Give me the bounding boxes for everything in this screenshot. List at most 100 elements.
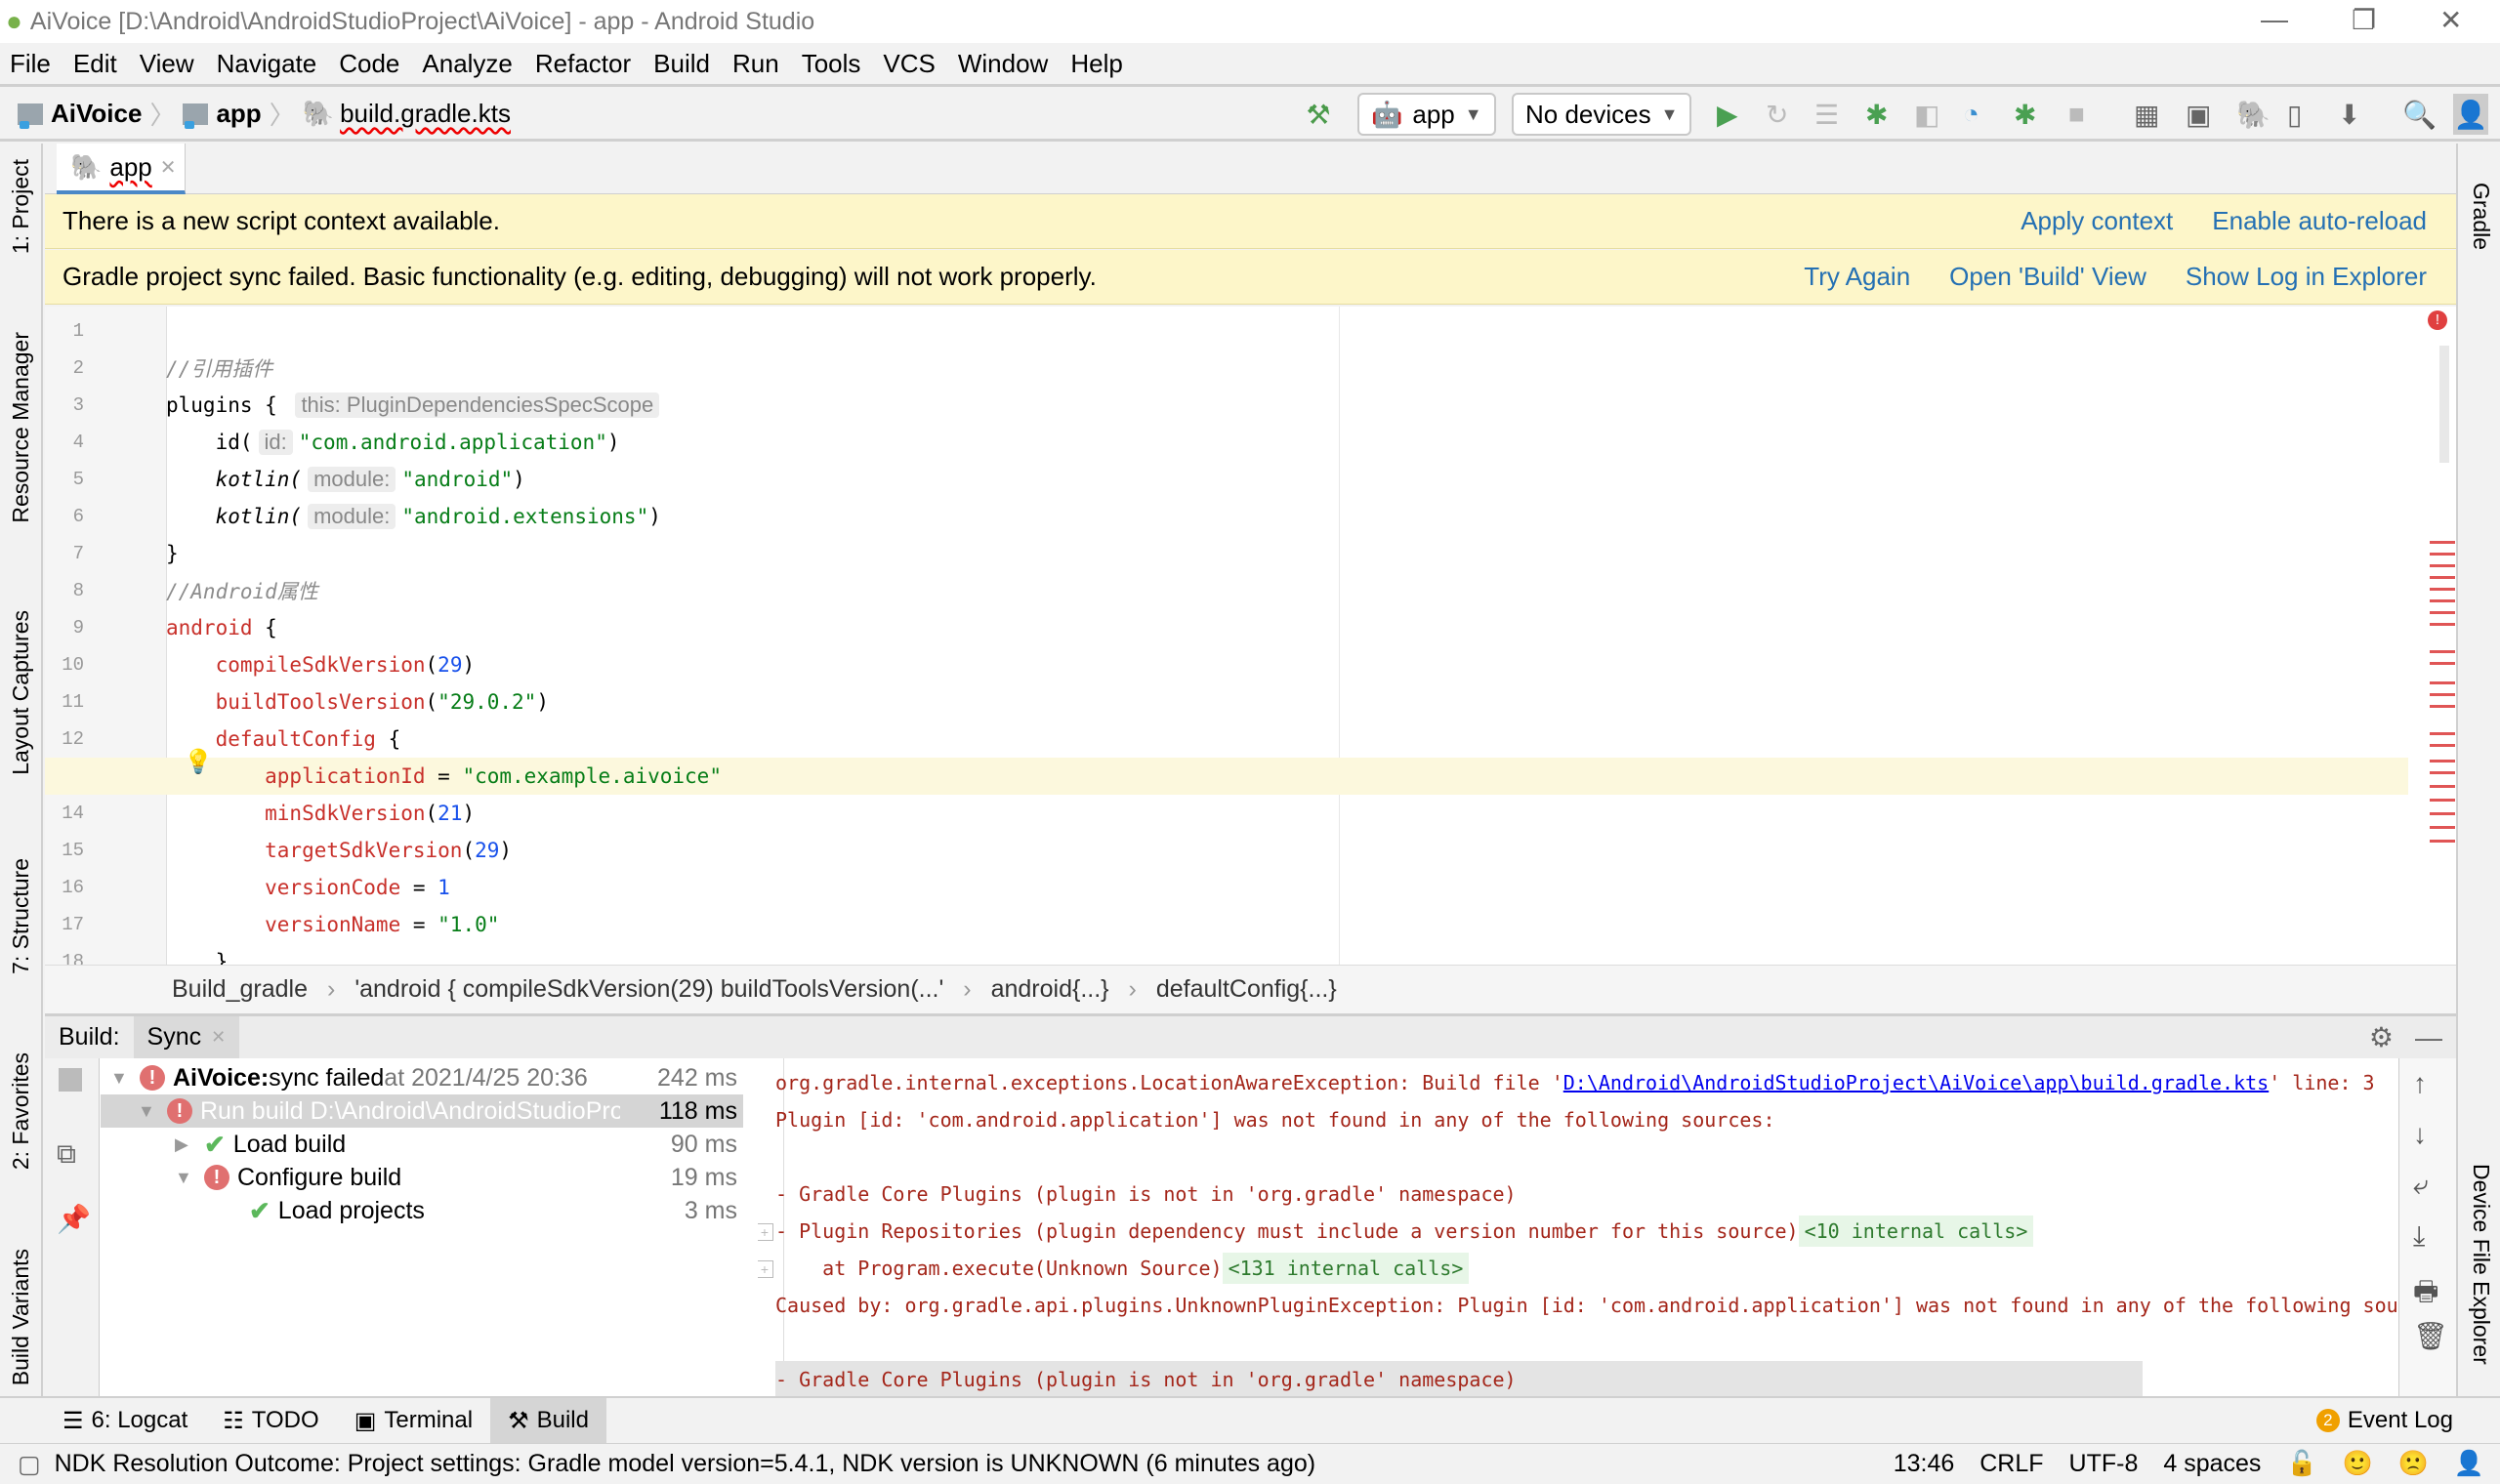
code-line[interactable]: kotlin(module: "android") xyxy=(45,461,2408,498)
nav-project[interactable]: AiVoice 〉 xyxy=(18,96,175,132)
toggle-view-icon[interactable]: ⧉ xyxy=(57,1138,76,1171)
code-editor[interactable]: 123456789101112131415161718 //引用插件plugin… xyxy=(45,307,2456,965)
open-build-view-link[interactable]: Open 'Build' View xyxy=(1949,262,2146,292)
device-dropdown[interactable]: No devices ▼ xyxy=(1512,93,1692,136)
error-stripe-mark[interactable] xyxy=(2430,541,2455,544)
trash-icon[interactable]: 🗑 xyxy=(2413,1320,2448,1352)
lightbulb-icon[interactable]: 💡 xyxy=(184,748,213,776)
menu-tools[interactable]: Tools xyxy=(802,49,861,79)
menu-window[interactable]: Window xyxy=(958,49,1048,79)
indent-setting[interactable]: 4 spaces xyxy=(2163,1450,2261,1478)
editor-scrollbar[interactable] xyxy=(2439,346,2449,463)
tool-structure[interactable]: 7: Structure xyxy=(8,858,34,974)
close-tab-icon[interactable]: ✕ xyxy=(160,155,177,180)
menu-code[interactable]: Code xyxy=(339,49,399,79)
error-stripe-mark[interactable] xyxy=(2430,623,2455,626)
tab-sync[interactable]: Sync ✕ xyxy=(133,1016,240,1058)
soft-wrap-icon[interactable]: ⤶ xyxy=(2413,1170,2429,1202)
tab-build[interactable]: ⚒ Build xyxy=(490,1398,606,1443)
code-line[interactable]: minSdkVersion(21) xyxy=(45,795,2408,832)
error-stripe-mark[interactable] xyxy=(2430,553,2455,556)
error-stripe-mark[interactable] xyxy=(2430,826,2455,829)
make-project-hammer-icon[interactable]: ⚒ xyxy=(1299,94,1338,135)
menu-navigate[interactable]: Navigate xyxy=(217,49,317,79)
code-line[interactable]: versionCode = 1 xyxy=(45,869,2408,906)
code-line[interactable] xyxy=(45,312,2408,350)
error-stripe-mark[interactable] xyxy=(2430,564,2455,567)
tool-layout-captures[interactable]: Layout Captures xyxy=(8,610,34,775)
status-message[interactable]: NDK Resolution Outcome: Project settings… xyxy=(55,1450,1315,1478)
error-stripe-mark[interactable] xyxy=(2430,681,2455,684)
menu-build[interactable]: Build xyxy=(653,49,710,79)
tool-project[interactable]: 1: Project xyxy=(8,159,34,254)
toggle-tool-windows-icon[interactable]: ▢ xyxy=(18,1450,41,1479)
code-line[interactable]: } xyxy=(45,535,2408,572)
error-stripe-mark[interactable] xyxy=(2430,576,2455,579)
try-again-link[interactable]: Try Again xyxy=(1804,262,1910,292)
hector-icon[interactable]: 👤 xyxy=(2454,1450,2484,1478)
show-log-link[interactable]: Show Log in Explorer xyxy=(2186,262,2427,292)
code-line[interactable]: applicationId = "com.example.aivoice" xyxy=(45,758,2408,795)
error-stripe-mark[interactable] xyxy=(2430,760,2455,763)
tool-favorites[interactable]: 2: Favorites xyxy=(8,1052,34,1170)
pin-icon[interactable]: 📌 xyxy=(57,1203,91,1235)
code-line[interactable]: android { xyxy=(45,609,2408,646)
apply-code-changes-icon[interactable]: ☰ xyxy=(1814,94,1839,135)
sad-face-icon[interactable]: 🙁 xyxy=(2398,1450,2429,1478)
menu-view[interactable]: View xyxy=(140,49,194,79)
code-line[interactable]: } xyxy=(45,943,2408,965)
expand-icon[interactable]: + xyxy=(758,1223,773,1241)
event-log-button[interactable]: 2 Event Log xyxy=(2299,1398,2471,1443)
apply-context-link[interactable]: Apply context xyxy=(2021,206,2173,236)
smiley-icon[interactable]: 🙂 xyxy=(2343,1450,2373,1478)
code-line[interactable]: buildToolsVersion("29.0.2") xyxy=(45,683,2408,721)
code-line[interactable]: compileSdkVersion(29) xyxy=(45,646,2408,683)
nav-module[interactable]: app 〉 xyxy=(183,96,295,132)
crumb-android-block[interactable]: 'android { compileSdkVersion(29) buildTo… xyxy=(354,975,943,1004)
tool-resource-manager[interactable]: Resource Manager xyxy=(8,332,34,523)
print-icon[interactable]: 🖶 xyxy=(2413,1271,2438,1318)
avd-manager-icon[interactable]: ▯ xyxy=(2287,94,2302,135)
file-encoding[interactable]: UTF-8 xyxy=(2069,1450,2139,1478)
tab-todo[interactable]: ☷ TODO xyxy=(205,1398,336,1443)
attach-debugger-icon[interactable]: ✱ xyxy=(2014,94,2036,135)
code-line[interactable]: defaultConfig { xyxy=(45,721,2408,758)
sdk-manager-icon[interactable]: ⬇ xyxy=(2338,94,2360,135)
lock-icon[interactable]: 🔓 xyxy=(2286,1450,2316,1478)
error-stripe-mark[interactable] xyxy=(2430,771,2455,774)
apply-changes-icon[interactable]: ↻ xyxy=(1766,94,1788,135)
minimize-button[interactable]: — xyxy=(2261,4,2288,35)
debug-icon[interactable]: ✱ xyxy=(1865,94,1888,135)
tree-row-sync[interactable]: ▼! AiVoice: sync failed at 2021/4/25 20:3… xyxy=(101,1061,743,1094)
error-stripe-mark[interactable] xyxy=(2430,599,2455,602)
build-console-output[interactable]: org.gradle.internal.exceptions.LocationA… xyxy=(758,1058,2418,1396)
tree-row-run-build[interactable]: ▼!Run build D:\Android\AndroidStudioProj… xyxy=(101,1094,743,1128)
arrow-down-icon[interactable]: ↓ xyxy=(2413,1119,2427,1150)
code-line[interactable]: plugins { this: PluginDependenciesSpecSc… xyxy=(45,387,2408,424)
project-structure-icon[interactable]: ▦ xyxy=(2134,94,2159,135)
menu-run[interactable]: Run xyxy=(732,49,779,79)
sync-gradle-icon[interactable]: 🐘 xyxy=(2236,94,2271,135)
stop-icon[interactable]: ■ xyxy=(2068,94,2085,135)
coverage-icon[interactable]: ◧ xyxy=(1914,94,1939,135)
code-line[interactable]: targetSdkVersion(29) xyxy=(45,832,2408,869)
menu-help[interactable]: Help xyxy=(1070,49,1122,79)
tab-logcat[interactable]: ☰ 6: Logcat xyxy=(45,1398,205,1443)
line-separator[interactable]: CRLF xyxy=(1979,1450,2043,1478)
error-stripe-mark[interactable] xyxy=(2430,840,2455,843)
tab-terminal[interactable]: ▣ Terminal xyxy=(337,1398,490,1443)
error-stripe-mark[interactable] xyxy=(2430,785,2455,788)
settings-gear-icon[interactable]: ⚙ xyxy=(2369,1021,2394,1053)
caret-position[interactable]: 13:46 xyxy=(1894,1450,1955,1478)
close-tab-icon[interactable]: ✕ xyxy=(211,1027,226,1048)
error-stripe-mark[interactable] xyxy=(2430,705,2455,708)
code-line[interactable]: //引用插件 xyxy=(45,350,2408,387)
close-window-button[interactable]: ✕ xyxy=(2439,4,2462,36)
error-stripe-mark[interactable] xyxy=(2430,650,2455,653)
menu-analyze[interactable]: Analyze xyxy=(422,49,513,79)
error-stripe-mark[interactable] xyxy=(2430,732,2455,735)
error-stripe-mark[interactable] xyxy=(2430,812,2455,815)
run-config-dropdown[interactable]: 🤖 app ▼ xyxy=(1357,93,1496,136)
scroll-to-end-icon[interactable]: ⤓ xyxy=(2413,1220,2425,1253)
error-stripe-mark[interactable] xyxy=(2430,744,2455,747)
